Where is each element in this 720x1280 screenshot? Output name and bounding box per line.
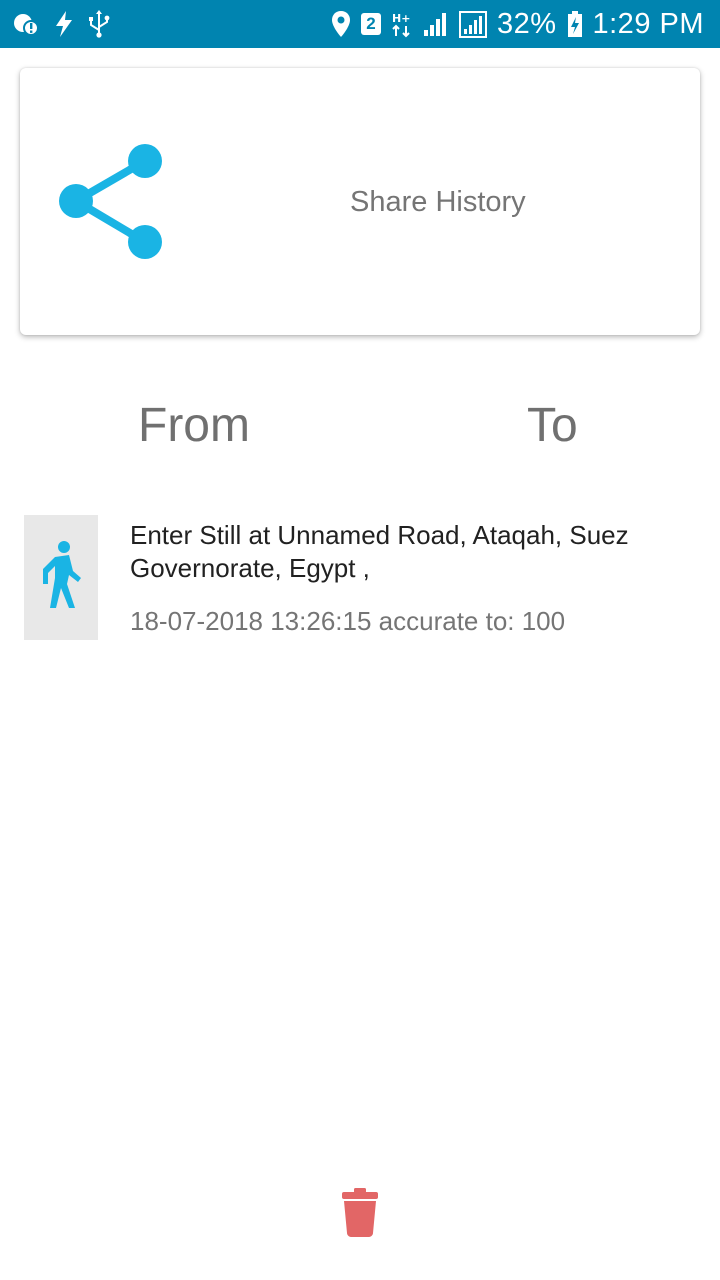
entry-title: Enter Still at Unnamed Road, Ataqah, Sue… xyxy=(130,520,629,583)
delete-button[interactable] xyxy=(336,1184,384,1244)
usb-icon xyxy=(88,10,110,38)
location-pin-icon xyxy=(331,10,351,38)
signal-icon xyxy=(423,10,449,38)
svg-text:H+: H+ xyxy=(392,12,410,25)
status-left-icons xyxy=(12,0,110,48)
status-right-icons: 2 H+ 32% 1:29 PM xyxy=(331,0,704,48)
share-history-label: Share History xyxy=(350,186,526,218)
from-date-selector[interactable]: From xyxy=(138,398,250,453)
battery-charging-icon xyxy=(567,10,583,38)
clock: 1:29 PM xyxy=(592,7,704,40)
hplus-network-icon: H+ xyxy=(391,10,413,38)
battery-percent: 32% xyxy=(496,7,557,40)
to-date-selector[interactable]: To xyxy=(527,398,578,453)
trash-icon[interactable] xyxy=(341,1187,379,1242)
share-icon[interactable] xyxy=(56,142,166,262)
entry-meta: 18-07-2018 13:26:15 accurate to: 100 xyxy=(130,606,566,636)
status-bar: 2 H+ 32% 1:29 PM xyxy=(0,0,720,48)
list-item[interactable]: Enter Still at Unnamed Road, Ataqah, Sue… xyxy=(24,515,704,641)
signal-boxed-icon xyxy=(458,10,487,38)
weather-alert-icon xyxy=(12,10,40,38)
flash-icon xyxy=(54,10,74,38)
activity-icon-box xyxy=(24,515,98,640)
share-history-card[interactable]: Share History xyxy=(20,68,700,335)
sim-2-icon: 2 xyxy=(360,13,381,35)
walking-person-icon xyxy=(38,540,84,615)
